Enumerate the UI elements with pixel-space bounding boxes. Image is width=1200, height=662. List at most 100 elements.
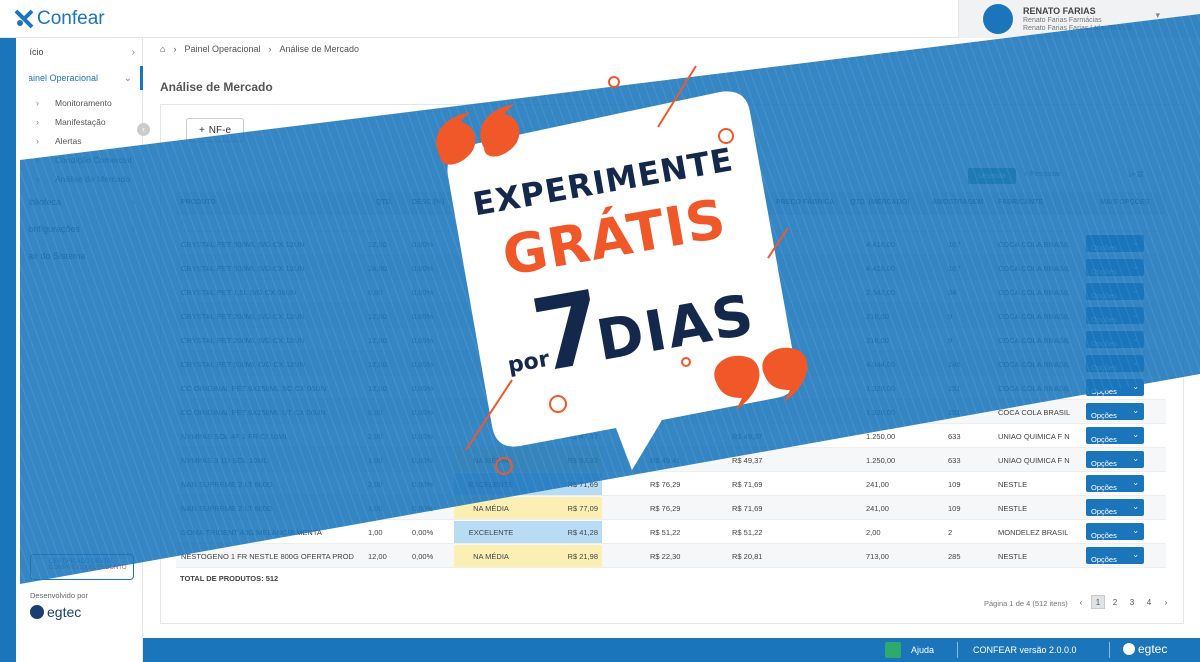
next-page-button[interactable]: › [1159,595,1173,609]
cell-preco-fabrica: R$ 51,22 [650,528,681,537]
table-row[interactable]: GOMA TRIDENT 40G MELANCIA MENTA 1,00 0,00%… [176,520,1166,544]
col-desc[interactable]: DESC.(%) [412,199,444,206]
chevron-right-icon: › [173,44,177,54]
chevron-down-icon: ⌄ [1132,262,1139,271]
cell-produto: NAN SUPREME 2 LT 800G [181,504,273,513]
col-fabricante[interactable]: FABRICANTE [998,199,1043,206]
cell-price: R$ 41,28 [528,521,602,543]
breadcrumb-item[interactable]: Painel Operacional [184,44,260,54]
sidebar-subitem-condicao-comercial[interactable]: › Condição Comercial [36,151,132,169]
logout-icon [19,251,29,261]
prev-page-button[interactable]: ‹ [1074,595,1088,609]
sidebar-icon-strip [0,38,16,662]
table-row[interactable]: NAN SUPREME 2 LT 800G 2,00 0,00% R$ 76,29 R$… [176,472,1166,496]
page-button[interactable]: 4 [1142,595,1156,609]
cell-amostragem: 633 [948,432,961,441]
chevron-down-icon: ⌄ [1132,238,1139,247]
sidebar-item-painel-operacional[interactable]: Painel Operacional ⌄ [16,66,143,90]
options-button[interactable]: Opções ⌄ [1086,235,1144,252]
cell-qtd: 6,00 [368,288,383,297]
developed-by: Desenvolvido por [30,591,88,600]
options-button[interactable]: Opções ⌄ [1086,259,1144,276]
cell-qtd-mercado: 1.250,00 [866,432,896,441]
options-button[interactable]: Opções ⌄ [1086,523,1144,540]
sidebar-subitem-analise-mercado[interactable]: › Análise de Mercado [36,170,131,188]
export-icon[interactable]: ⤓▾ [1128,170,1135,179]
chevron-down-icon: ▾ [1155,10,1160,20]
add-nfe-button[interactable]: + NF-e [186,118,244,142]
sidebar-item-configuracoes[interactable]: Configurações › [16,217,143,241]
cell-fabricante: UNIAO QUIMICA F N [998,432,1070,441]
cell-fabricante: COCA COLA BRASIL [998,360,1071,369]
table-row[interactable]: NESTOGENO 1 FR NESTLE 800G OFERTA PROD 12… [176,544,1166,568]
chevron-right-icon: › [131,223,135,235]
options-button[interactable]: Opções ⌄ [1086,379,1144,396]
table-row[interactable]: CC ORIGINAL PET 6X250ML UT CX 06UN 6,00 0,… [176,400,1166,424]
cell-fabricante: NESTLE [998,552,1028,561]
options-button[interactable]: Opções ⌄ [1086,427,1144,444]
page-button[interactable]: 3 [1125,595,1139,609]
grid-search[interactable]: ⌕ Pesquisar [1024,171,1061,179]
legend-button[interactable]: Legenda [968,168,1016,184]
panel-icon [19,73,29,83]
sidebar-item-inicio[interactable]: Início › [16,40,143,64]
cell-produto: CRYSTAL PET 500ML S/G CX 12UN [181,240,305,249]
options-button[interactable]: Opções ⌄ [1086,499,1144,516]
options-label: Opções [1091,243,1117,252]
sidebar-subitem-manifestacao[interactable]: › Manifestação [36,113,106,131]
grid-tools[interactable]: ⤓▾ ▤ [1128,170,1143,180]
cell-qtd: 12,00 [368,336,387,345]
sidebar-subitem-alertas[interactable]: › Alertas [36,132,81,150]
cell-qtd: 1,00 [368,456,383,465]
cell-qtd: 12,00 [368,360,387,369]
chevron-down-icon: ⌄ [1132,334,1139,343]
table-row[interactable]: NYMPAS 3 1D SOL 10ML 1,00 0,00% R$ 49,41 R$ … [176,448,1166,472]
help-icon[interactable] [885,642,901,658]
sidebar-item-sair[interactable]: Sair do Sistema [16,244,143,268]
table-row[interactable]: NYMPAS SOL 4F 1 FR C/ 10ML 2,00 0,00% R$ 49… [176,424,1166,448]
subitem-label: Análise de Mercado [55,174,131,184]
user-menu[interactable]: RENATO FARIAS Renato Farias Farmácias Re… [958,0,1200,38]
cell-fabricante: COCA COLA BRASIL [998,384,1071,393]
options-button[interactable]: Opções ⌄ [1086,331,1144,348]
cell-qtd-mercado: 2,00 [866,528,881,537]
cell-amostragem: 285 [948,552,961,561]
pager: ‹ 1 2 3 4 › [1074,595,1173,609]
app-logo[interactable]: Confear [14,8,105,30]
table-row[interactable]: CC ORIGINAL PET 6X250ML SC CX 06UN 12,00 0… [176,376,1166,400]
cell-qtd-mercado: 1.328,00 [866,384,896,393]
options-button[interactable]: Opções ⌄ [1086,403,1144,420]
subitem-label: Manifestação [55,117,106,127]
options-button[interactable]: Opções ⌄ [1086,355,1144,372]
sidebar-item-biblioteca[interactable]: Biblioteca › [16,190,143,214]
sidebar-collapse-button[interactable]: ‹ [137,123,150,136]
page-button[interactable]: 1 [1091,595,1105,609]
options-button[interactable]: Opções ⌄ [1086,451,1144,468]
cell-price: R$ 21,98 [528,545,602,567]
options-button[interactable]: Opções ⌄ [1086,307,1144,324]
sidebar-item-label: Sair do Sistema [22,251,86,261]
table-row[interactable]: NAN SUPREME 2 LT 800G 1,00 0,00% R$ 76,29 R$… [176,496,1166,520]
columns-icon[interactable]: ▤ [1137,170,1143,179]
cell-desc: 0,00% [412,264,434,273]
divider [957,642,958,658]
col-qtd[interactable]: QTD. [376,199,393,206]
options-button[interactable]: Opções ⌄ [1086,283,1144,300]
help-link[interactable]: Ajuda [911,645,934,655]
page-button[interactable]: 2 [1108,595,1122,609]
breadcrumb-item: Análise de Mercado [279,44,360,54]
egtec-logo[interactable]: egtec [30,604,81,620]
sidebar: Início › Painel Operacional ⌄ › Monitoram… [0,38,143,662]
sidebar-subitem-monitoramento[interactable]: › Monitoramento [36,94,112,112]
col-produto[interactable]: PRODUTO [181,199,216,206]
table-row[interactable]: CRYSTAL PET 500ML S/G CX 12UN 24,00 0,00% 4… [176,256,1166,280]
col-amostragem[interactable]: AMOSTRAGEM [932,199,983,206]
col-qtd-mercado[interactable]: QTD. (MERCADO) [850,199,910,206]
options-button[interactable]: Opções ⌄ [1086,475,1144,492]
certificate-banner[interactable]: CERTIFICADO DIGITAL COMPRE COM DESCONTO [30,554,134,580]
search-label: Pesquisar [1029,171,1062,178]
options-button[interactable]: Opções ⌄ [1086,547,1144,564]
col-preco-fabrica[interactable]: PREÇO FÁBRICA [776,199,834,206]
cell-amostragem: 146 [948,360,961,369]
home-icon[interactable]: ⌂ [160,44,165,54]
